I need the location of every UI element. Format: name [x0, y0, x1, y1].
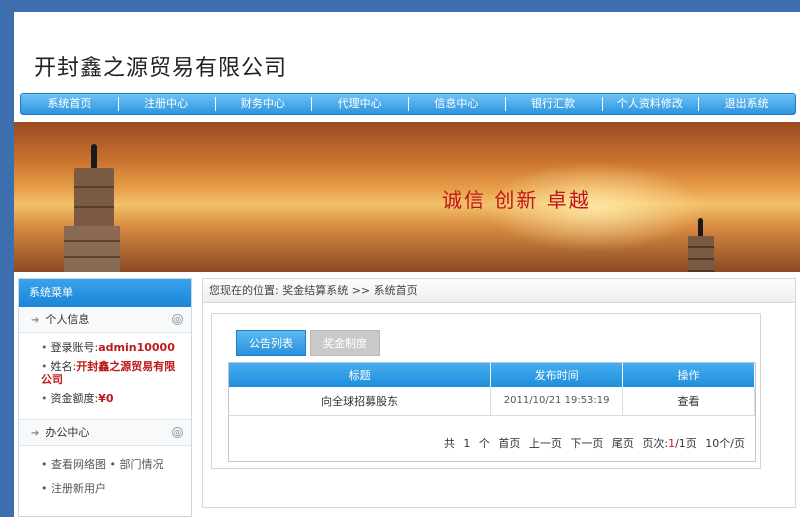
banner-person-right [698, 218, 703, 236]
collapse-toggle-icon[interactable]: ◎ [172, 314, 183, 325]
header-action: 操作 [622, 363, 755, 387]
register-user-link[interactable]: 注册新用户 [51, 482, 106, 495]
pager-last[interactable]: 尾页 [612, 437, 634, 450]
pager-page-total: /1页 [675, 437, 697, 450]
office-links-row: • 查看网络图 • 部门情况 [41, 456, 181, 472]
pager-total-suffix: 个 [478, 437, 490, 450]
table-row: 向全球招募股东 2011/10/21 19:53:19 查看 [229, 387, 755, 416]
arrow-right-icon: ➔ [31, 428, 40, 439]
department-link[interactable]: 部门情况 [120, 458, 164, 471]
nav-bank-transfer[interactable]: 银行汇款 [504, 94, 602, 114]
sidebar-section-label: 办公中心 [45, 426, 90, 439]
nav-agent[interactable]: 代理中心 [311, 94, 408, 114]
header-date: 发布时间 [490, 363, 624, 387]
balance-value: ¥0 [98, 392, 114, 405]
sidebar: 系统菜单 ➔ 个人信息 ◎ • 登录账号:admin10000 • 姓名:开封鑫之源贸… [18, 278, 192, 517]
sidebar-section-office[interactable]: ➔ 办公中心 ◎ [19, 420, 191, 446]
office-links: • 查看网络图 • 部门情况 • 注册新用户 [19, 446, 191, 510]
main-content: 您现在的位置: 奖金结算系统 >> 系统首页 公告列表 奖金制度 标题 发布时间… [202, 278, 796, 508]
balance-label: 资金额度: [50, 392, 99, 405]
login-account-label: 登录账号: [50, 341, 99, 354]
pager-prev[interactable]: 上一页 [529, 437, 562, 450]
pager-next[interactable]: 下一页 [570, 437, 603, 450]
sidebar-header: 系统菜单 [19, 279, 191, 307]
site-title: 开封鑫之源贸易有限公司 [34, 56, 288, 81]
pager-first[interactable]: 首页 [498, 437, 520, 450]
collapse-toggle-icon[interactable]: ◎ [172, 427, 183, 438]
nav-home[interactable]: 系统首页 [21, 94, 118, 114]
banner-slogan: 诚信 创新 卓越 [442, 188, 591, 212]
nav-profile-edit[interactable]: 个人资料修改 [601, 94, 699, 114]
pager-total: 1 [463, 437, 471, 450]
banner-pillar-right [688, 236, 714, 272]
row-title: 向全球招募股东 [229, 387, 492, 416]
pager-per-page: 10个/页 [705, 437, 745, 450]
bullet-icon: • [41, 360, 48, 373]
balance-row: • 资金额度:¥0 [41, 392, 181, 405]
banner: 诚信 创新 卓越 [14, 122, 800, 272]
nav-register[interactable]: 注册中心 [117, 94, 215, 114]
announcement-table: 标题 发布时间 操作 向全球招募股东 2011/10/21 19:53:19 查… [229, 363, 755, 416]
view-link[interactable]: 查看 [622, 387, 755, 416]
banner-pillar-left [64, 168, 120, 272]
sidebar-section-label: 个人信息 [45, 313, 90, 326]
name-row: • 姓名:开封鑫之源贸易有限公司 [41, 360, 181, 386]
nav-logout[interactable]: 退出系统 [698, 94, 795, 114]
name-label: 姓名: [50, 360, 77, 373]
sidebar-section-personal[interactable]: ➔ 个人信息 ◎ [19, 307, 191, 333]
breadcrumb: 您现在的位置: 奖金结算系统 >> 系统首页 [203, 279, 795, 303]
nav-finance[interactable]: 财务中心 [214, 94, 312, 114]
pagination: 共 1 个 首页 上一页 下一页 尾页 页次:1/1页 10个/页 [439, 435, 745, 451]
tab-announcements[interactable]: 公告列表 [236, 330, 306, 356]
pager-total-prefix: 共 [443, 437, 455, 450]
login-account-row: • 登录账号:admin10000 [41, 341, 181, 354]
banner-person-left [91, 144, 97, 168]
nav-info[interactable]: 信息中心 [408, 94, 505, 114]
tab-bar: 公告列表 奖金制度 [236, 330, 384, 356]
announcement-table-box: 标题 发布时间 操作 向全球招募股东 2011/10/21 19:53:19 查… [228, 362, 756, 462]
bullet-icon: • [41, 341, 48, 354]
bullet-icon: • [41, 392, 48, 405]
page: 开封鑫之源贸易有限公司 系统首页 注册中心 财务中心 代理中心 信息中心 银行汇… [14, 12, 800, 517]
pager-page-label: 页次: [642, 437, 669, 450]
content-panel: 公告列表 奖金制度 标题 发布时间 操作 向全球招募股东 2011/10/21 … [211, 313, 761, 469]
tab-bonus-policy[interactable]: 奖金制度 [310, 330, 380, 356]
top-nav: 系统首页 注册中心 财务中心 代理中心 信息中心 银行汇款 个人资料修改 退出系… [20, 93, 796, 115]
office-links-row: • 注册新用户 [41, 480, 181, 496]
bullet-icon: • [41, 458, 51, 471]
header-title: 标题 [229, 363, 492, 387]
bullet-icon: • [109, 458, 120, 471]
table-header-row: 标题 发布时间 操作 [229, 363, 755, 387]
bullet-icon: • [41, 482, 51, 495]
login-account-value: admin10000 [98, 341, 175, 354]
personal-info-list: • 登录账号:admin10000 • 姓名:开封鑫之源贸易有限公司 • 资金额度:¥… [19, 333, 191, 420]
arrow-right-icon: ➔ [31, 315, 40, 326]
view-network-link[interactable]: 查看网络图 [51, 458, 106, 471]
row-date: 2011/10/21 19:53:19 [490, 387, 624, 416]
